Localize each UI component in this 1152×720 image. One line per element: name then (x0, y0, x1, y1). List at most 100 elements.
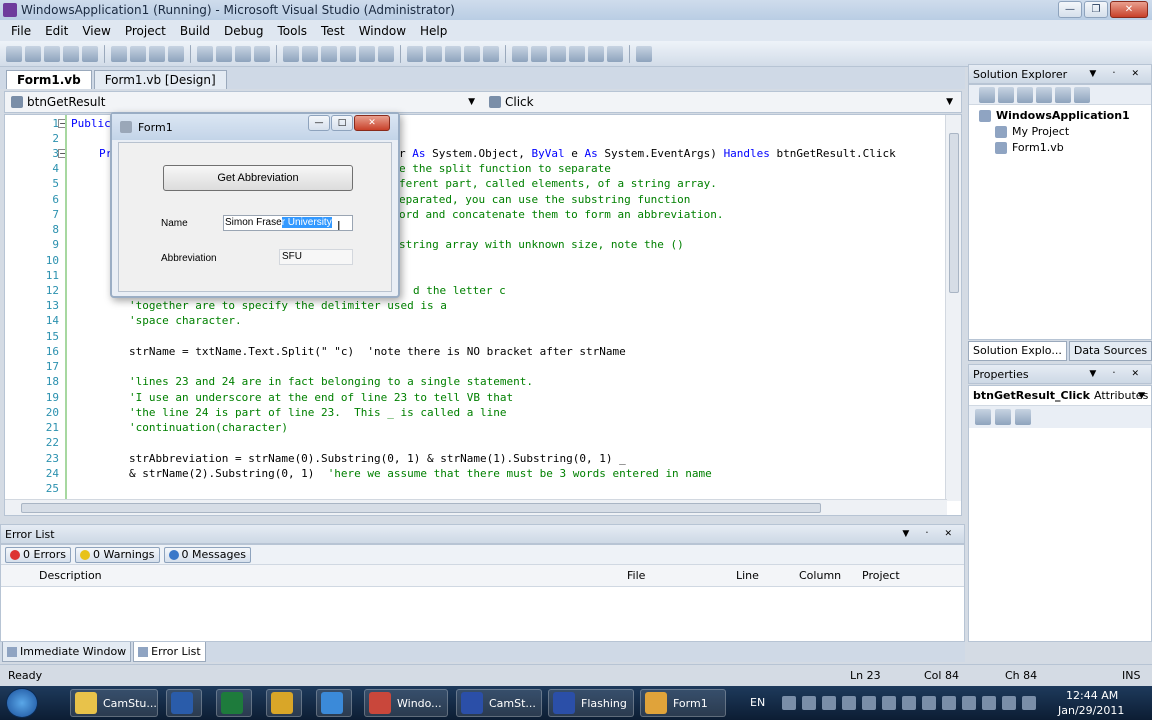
menu-file[interactable]: File (4, 24, 38, 38)
form1-close-button[interactable]: ✕ (354, 115, 390, 131)
taskbar-internet-explorer[interactable] (316, 689, 352, 717)
column-column[interactable]: Column (799, 569, 841, 582)
stop-debugging-icon[interactable] (321, 45, 337, 62)
step-into-icon[interactable] (359, 45, 375, 62)
taskbar-camstudio-2[interactable]: CamSt... (456, 689, 542, 717)
taskbar-form1[interactable]: Form1 (640, 689, 726, 717)
panel-controls[interactable]: ▼ ᛫ ✕ (902, 529, 958, 539)
undo-icon[interactable] (197, 45, 213, 62)
refresh-icon[interactable] (1017, 86, 1033, 103)
save-all-icon[interactable] (82, 45, 98, 62)
taskbar-excel[interactable] (216, 689, 252, 717)
start-button[interactable] (6, 688, 38, 718)
taskbar-camstudio-1[interactable]: CamStu... (70, 689, 158, 717)
method-name-dropdown[interactable]: Click ▼ (483, 93, 961, 111)
taskbar-visual-studio[interactable]: Windo... (364, 689, 448, 717)
menu-view[interactable]: View (75, 24, 117, 38)
tree-item-my-project[interactable]: My Project (995, 125, 1069, 138)
tree-item-form1[interactable]: Form1.vb (995, 141, 1064, 154)
tab-form1-vb[interactable]: Form1.vb (6, 70, 92, 89)
form1-titlebar[interactable]: Form1 — □ ✕ (112, 114, 398, 140)
print-icon[interactable] (168, 45, 184, 62)
class-name-dropdown[interactable]: btnGetResult ▼ (5, 93, 483, 111)
column-file[interactable]: File (627, 569, 645, 582)
column-description[interactable]: Description (39, 569, 102, 582)
continue-icon[interactable] (283, 45, 299, 62)
toolbox-icon[interactable] (464, 45, 480, 62)
uncomment-icon[interactable] (569, 45, 585, 62)
clock-time[interactable]: 12:44 AM (1066, 689, 1118, 702)
new-project-icon[interactable] (6, 45, 22, 62)
toolbar-options-icon[interactable] (636, 45, 652, 62)
tree-project-root[interactable]: WindowsApplication1 (979, 109, 1130, 122)
class-diagram-icon[interactable] (1074, 86, 1090, 103)
taskbar-word[interactable] (166, 689, 202, 717)
tray-app-icon[interactable] (862, 696, 876, 710)
show-all-files-icon[interactable] (998, 86, 1014, 103)
panel-controls[interactable]: ▼ ᛫ ✕ (1089, 369, 1145, 379)
editor-horizontal-scrollbar[interactable] (5, 499, 947, 515)
get-abbreviation-button[interactable]: Get Abbreviation (163, 165, 353, 191)
navigate-backward-icon[interactable] (235, 45, 251, 62)
tray-app-icon[interactable] (782, 696, 796, 710)
menu-tools[interactable]: Tools (270, 24, 314, 38)
tray-app-icon[interactable] (802, 696, 816, 710)
column-line[interactable]: Line (736, 569, 759, 582)
errors-filter-button[interactable]: 0 Errors (5, 546, 72, 563)
tab-error-list[interactable]: Error List (133, 642, 206, 662)
alphabetical-icon[interactable] (995, 409, 1011, 425)
step-over-icon[interactable] (378, 45, 394, 62)
scrollbar-thumb[interactable] (21, 503, 821, 513)
indent-icon[interactable] (512, 45, 528, 62)
network-icon[interactable] (982, 696, 996, 710)
menu-project[interactable]: Project (118, 24, 173, 38)
warnings-filter-button[interactable]: 0 Warnings (75, 546, 160, 563)
taskbar-app[interactable] (266, 689, 302, 717)
tray-app-icon[interactable] (902, 696, 916, 710)
property-pages-icon[interactable] (1015, 409, 1031, 425)
properties-object-selector[interactable]: btnGetResult_Click Attributes ▼ (969, 386, 1151, 406)
clock-date[interactable]: Jan/29/2011 (1058, 704, 1124, 717)
tray-app-icon[interactable] (942, 696, 956, 710)
scrollbar-thumb[interactable] (949, 133, 959, 293)
menu-help[interactable]: Help (413, 24, 454, 38)
tab-form1-design[interactable]: Form1.vb [Design] (93, 70, 227, 89)
editor-vertical-scrollbar[interactable] (945, 115, 961, 501)
restore-button[interactable]: ❐ (1084, 1, 1108, 18)
form1-maximize-button[interactable]: □ (331, 115, 353, 131)
outdent-icon[interactable] (531, 45, 547, 62)
panel-controls[interactable]: ▼ ᛫ ✕ (1089, 69, 1145, 79)
tray-app-icon[interactable] (842, 696, 856, 710)
tray-app-icon[interactable] (882, 696, 896, 710)
navigate-forward-icon[interactable] (254, 45, 270, 62)
language-indicator[interactable]: EN (750, 696, 765, 709)
name-input[interactable]: Simon Fraser University (223, 215, 353, 231)
tray-app-icon[interactable] (962, 696, 976, 710)
open-file-icon[interactable] (44, 45, 60, 62)
menu-build[interactable]: Build (173, 24, 217, 38)
view-designer-icon[interactable] (1055, 86, 1071, 103)
taskbar-flashing[interactable]: Flashing (548, 689, 634, 717)
tray-app-icon[interactable] (1022, 696, 1036, 710)
redo-icon[interactable] (216, 45, 232, 62)
tray-app-icon[interactable] (822, 696, 836, 710)
add-item-icon[interactable] (25, 45, 41, 62)
restart-icon[interactable] (340, 45, 356, 62)
menu-edit[interactable]: Edit (38, 24, 75, 38)
menu-test[interactable]: Test (314, 24, 352, 38)
break-all-icon[interactable] (302, 45, 318, 62)
cut-icon[interactable] (111, 45, 127, 62)
categorized-icon[interactable] (975, 409, 991, 425)
tray-app-icon[interactable] (922, 696, 936, 710)
volume-icon[interactable] (1002, 696, 1016, 710)
tab-solution-explorer[interactable]: Solution Explo... (968, 341, 1067, 361)
comment-icon[interactable] (550, 45, 566, 62)
find-icon[interactable] (407, 45, 423, 62)
messages-filter-button[interactable]: 0 Messages (163, 546, 251, 563)
tab-data-sources[interactable]: Data Sources (1068, 341, 1152, 361)
properties-window-icon[interactable] (445, 45, 461, 62)
view-code-icon[interactable] (1036, 86, 1052, 103)
copy-icon[interactable] (130, 45, 146, 62)
column-project[interactable]: Project (862, 569, 900, 582)
next-bookmark-icon[interactable] (607, 45, 623, 62)
